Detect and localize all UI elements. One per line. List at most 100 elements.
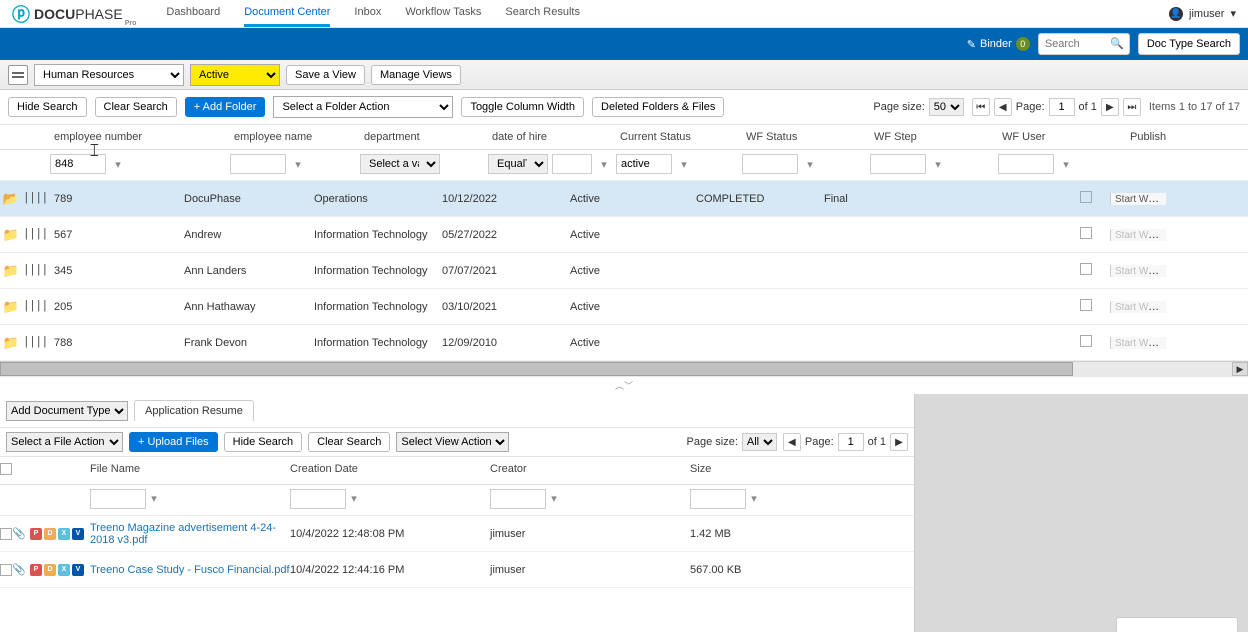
filter-icon[interactable]: ▾ xyxy=(546,490,562,508)
save-view-button[interactable]: Save a View xyxy=(286,65,365,85)
file-hide-search-button[interactable]: Hide Search xyxy=(224,432,303,452)
filter-size[interactable] xyxy=(690,489,746,509)
file-name-link[interactable]: Treeno Magazine advertisement 4-24-2018 … xyxy=(90,522,290,546)
col-employee-number[interactable]: employee number xyxy=(50,125,230,149)
file-checkbox[interactable] xyxy=(0,564,12,576)
search-icon[interactable]: 🔍 xyxy=(1110,37,1124,50)
layout-toggle-icon[interactable] xyxy=(8,65,28,85)
col-wf-status[interactable]: WF Status xyxy=(742,125,870,149)
view-action-select[interactable]: Select View Action xyxy=(396,432,509,452)
add-folder-button[interactable]: + Add Folder xyxy=(185,97,266,117)
table-row[interactable]: 📂||||789DocuPhaseOperations10/12/2022Act… xyxy=(0,181,1248,217)
expand-collapse-handle[interactable]: ︿﹀ xyxy=(0,377,1248,394)
file-clear-search-button[interactable]: Clear Search xyxy=(308,432,390,452)
horizontal-scrollbar[interactable]: ◀ ▶ xyxy=(0,361,1248,377)
scroll-thumb[interactable] xyxy=(0,362,1073,376)
nav-workflow-tasks[interactable]: Workflow Tasks xyxy=(405,0,481,27)
file-row[interactable]: 📎PDXVTreeno Magazine advertisement 4-24-… xyxy=(0,516,914,552)
folder-action-select[interactable]: Select a Folder Action xyxy=(273,96,453,118)
start-workflow-button[interactable]: Start Workfl xyxy=(1110,193,1166,205)
file-page-size-select[interactable]: All xyxy=(742,433,777,451)
col-employee-name[interactable]: employee name xyxy=(230,125,360,149)
select-all-checkbox[interactable] xyxy=(0,463,12,475)
page-input[interactable] xyxy=(1049,98,1075,116)
publish-checkbox[interactable] xyxy=(1080,263,1092,275)
col-department[interactable]: department xyxy=(360,125,488,149)
hide-search-button[interactable]: Hide Search xyxy=(8,97,87,117)
filter-icon[interactable]: ▾ xyxy=(802,155,818,173)
prev-page-button[interactable]: ◀ xyxy=(994,98,1012,116)
file-page-input[interactable] xyxy=(838,433,864,451)
col-date-of-hire[interactable]: date of hire xyxy=(488,125,616,149)
filter-icon[interactable]: ▾ xyxy=(290,155,306,173)
file-next-page[interactable]: ▶ xyxy=(890,433,908,451)
nav-inbox[interactable]: Inbox xyxy=(354,0,381,27)
binder-link[interactable]: ✎ Binder 0 xyxy=(967,37,1030,51)
nav-dashboard[interactable]: Dashboard xyxy=(166,0,220,27)
add-document-type-select[interactable]: Add Document Type xyxy=(6,401,128,421)
first-page-button[interactable]: ⏮ xyxy=(972,98,990,116)
scroll-right-button[interactable]: ▶ xyxy=(1232,362,1248,376)
attachment-icon[interactable]: 📎 xyxy=(12,563,30,576)
filter-icon[interactable]: ▾ xyxy=(1058,155,1074,173)
table-row[interactable]: 📁||||345Ann LandersInformation Technolog… xyxy=(0,253,1248,289)
manage-views-button[interactable]: Manage Views xyxy=(371,65,461,85)
filter-date-op[interactable]: EqualTo xyxy=(488,154,548,174)
filter-creation-date[interactable] xyxy=(290,489,346,509)
filter-icon[interactable]: ▾ xyxy=(146,490,162,508)
next-page-button[interactable]: ▶ xyxy=(1101,98,1119,116)
col-current-status[interactable]: Current Status xyxy=(616,125,742,149)
filter-icon[interactable]: ▾ xyxy=(110,155,126,173)
filter-creator[interactable] xyxy=(490,489,546,509)
filter-employee-name[interactable] xyxy=(230,154,286,174)
col-creator[interactable]: Creator xyxy=(490,463,690,478)
attachment-icon[interactable]: 📎 xyxy=(12,527,30,540)
col-publish[interactable]: Publish xyxy=(1126,125,1236,149)
col-wf-step[interactable]: WF Step xyxy=(870,125,998,149)
upload-files-button[interactable]: + Upload Files xyxy=(129,432,218,452)
filter-current-status[interactable] xyxy=(616,154,672,174)
file-name-link[interactable]: Treeno Case Study - Fusco Financial.pdf xyxy=(90,564,290,576)
file-row[interactable]: 📎PDXVTreeno Case Study - Fusco Financial… xyxy=(0,552,914,588)
filter-wf-step[interactable] xyxy=(870,154,926,174)
user-menu[interactable]: 👤 jimuser ▾ xyxy=(1169,7,1236,21)
col-wf-user[interactable]: WF User xyxy=(998,125,1126,149)
category-select[interactable]: Human Resources xyxy=(34,64,184,86)
filter-wf-status[interactable] xyxy=(742,154,798,174)
tab-application-resume[interactable]: Application Resume xyxy=(134,400,254,421)
filter-file-name[interactable] xyxy=(90,489,146,509)
filter-icon[interactable]: ▾ xyxy=(596,155,612,173)
table-row[interactable]: 📁||||205Ann HathawayInformation Technolo… xyxy=(0,289,1248,325)
filter-icon[interactable]: ▾ xyxy=(346,490,362,508)
table-row[interactable]: 📁||||567AndrewInformation Technology05/2… xyxy=(0,217,1248,253)
filter-employee-number[interactable] xyxy=(50,154,106,174)
publish-checkbox[interactable] xyxy=(1080,335,1092,347)
page-size-select[interactable]: 50 xyxy=(929,98,964,116)
col-file-name[interactable]: File Name xyxy=(90,463,290,478)
toggle-column-width-button[interactable]: Toggle Column Width xyxy=(461,97,584,117)
filter-wf-user[interactable] xyxy=(998,154,1054,174)
doc-type-search-button[interactable]: Doc Type Search xyxy=(1138,33,1240,55)
nav-search-results[interactable]: Search Results xyxy=(505,0,580,27)
col-size[interactable]: Size xyxy=(690,463,810,478)
grid-body: 📂||||789DocuPhaseOperations10/12/2022Act… xyxy=(0,181,1248,361)
table-row[interactable]: 📁||||788Frank DevonInformation Technolog… xyxy=(0,325,1248,361)
file-prev-page[interactable]: ◀ xyxy=(783,433,801,451)
filter-icon[interactable]: ▾ xyxy=(930,155,946,173)
nav-document-center[interactable]: Document Center xyxy=(244,0,330,27)
col-creation-date[interactable]: Creation Date xyxy=(290,463,490,478)
filter-icon[interactable]: ▾ xyxy=(746,490,762,508)
last-page-button[interactable]: ⏭ xyxy=(1123,98,1141,116)
deleted-folders-button[interactable]: Deleted Folders & Files xyxy=(592,97,724,117)
file-action-select[interactable]: Select a File Action xyxy=(6,432,123,452)
publish-checkbox[interactable] xyxy=(1080,191,1092,203)
folder-grid: employee number employee name department… xyxy=(0,125,1248,394)
file-checkbox[interactable] xyxy=(0,528,12,540)
publish-checkbox[interactable] xyxy=(1080,299,1092,311)
clear-search-button[interactable]: Clear Search xyxy=(95,97,177,117)
status-select[interactable]: Active xyxy=(190,64,280,86)
filter-icon[interactable]: ▾ xyxy=(676,155,692,173)
filter-department[interactable]: Select a value xyxy=(360,154,440,174)
filter-date-value[interactable] xyxy=(552,154,592,174)
publish-checkbox[interactable] xyxy=(1080,227,1092,239)
